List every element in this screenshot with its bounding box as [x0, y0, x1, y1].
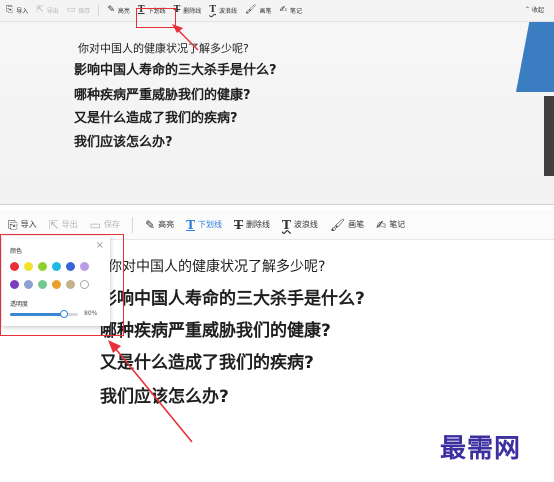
- screenshot-top-panel: ⎘ 导入 ⇱ 导出 ▭ 保存 ✎ 高亮 T 下划线 T 删除线 T 波浪线 🖌 画笔 ✍ 笔记 ⌃…: [0, 0, 554, 204]
- brush-button[interactable]: 🖌 画笔: [245, 5, 272, 16]
- wavy-t-icon: T: [209, 5, 217, 15]
- highlight-label: 高亮: [158, 220, 175, 229]
- import-label: 导入: [20, 220, 37, 229]
- slide-line-3: 哪种疾病严重威胁我们的健康?: [100, 321, 331, 341]
- save-label: 保存: [78, 8, 91, 15]
- export-icon: ⇱: [36, 5, 44, 15]
- wavy-line-label: 波浪线: [219, 8, 238, 15]
- import-button[interactable]: ⎘ 导入: [6, 5, 29, 16]
- underline-label: 下划线: [198, 220, 223, 229]
- underline-button[interactable]: T 下划线: [186, 219, 222, 231]
- strikethrough-button[interactable]: T 删除线: [234, 219, 270, 231]
- note-label: 笔记: [389, 220, 406, 229]
- strikethrough-label: 删除线: [245, 220, 270, 229]
- note-button[interactable]: ✍ 笔记: [376, 219, 405, 231]
- pen-icon: ✎: [107, 5, 115, 15]
- underline-t-icon: T: [186, 217, 196, 232]
- screenshot-bottom-panel: ⎘ 导入 ⇱ 导出 ▭ 保存 ✎ 高亮 T 下划线 T 删除线 T 波浪线 🖌 画笔 ✍ 笔记 你…: [0, 210, 554, 482]
- double-chevron-up-icon: ⌃: [524, 6, 530, 13]
- import-button[interactable]: ⎘ 导入: [8, 219, 37, 231]
- highlight-button[interactable]: ✎ 高亮: [145, 219, 174, 231]
- note-button[interactable]: ✍ 笔记: [279, 5, 303, 16]
- reader-toolbar: ⎘ 导入 ⇱ 导出 ▭ 保存 ✎ 高亮 T 下划线 T 删除线 T 波浪线 🖌 画笔 ✍ 笔记: [0, 0, 554, 22]
- save-button[interactable]: ▭ 保存: [66, 5, 91, 16]
- pen-icon: ✎: [145, 217, 156, 232]
- export-button[interactable]: ⇱ 导出: [36, 5, 59, 16]
- slide-line-4: 又是什么造成了我们的疾病?: [100, 353, 314, 373]
- import-icon: ⎘: [6, 5, 14, 15]
- underline-highlight-box: [136, 8, 176, 28]
- import-label: 导入: [16, 8, 29, 15]
- slide-line-5: 我们应该怎么办?: [100, 387, 229, 407]
- highlight-button[interactable]: ✎ 高亮: [107, 5, 130, 16]
- toolbar-separator: [98, 5, 100, 16]
- brush-label: 画笔: [259, 8, 272, 15]
- color-popup-highlight-box: [0, 234, 124, 336]
- slide-blue-decoration: [516, 22, 554, 92]
- wavy-line-button[interactable]: T 波浪线: [282, 219, 318, 231]
- brush-icon: 🖌: [329, 217, 346, 232]
- strikethrough-button[interactable]: T 删除线: [174, 6, 202, 16]
- collapse-label: 收起: [531, 7, 544, 14]
- note-icon: ✍: [376, 217, 387, 232]
- note-icon: ✍: [279, 5, 288, 15]
- slide-line-2: 影响中国人寿命的三大杀手是什么?: [74, 63, 277, 78]
- save-button[interactable]: ▭ 保存: [90, 219, 120, 231]
- slide-line-4: 又是什么造成了我们的疾病?: [74, 111, 238, 126]
- wavy-t-icon: T: [281, 217, 291, 232]
- brush-button[interactable]: 🖌 画笔: [330, 219, 364, 231]
- brush-icon: 🖌: [245, 5, 257, 15]
- highlight-label: 高亮: [117, 8, 130, 15]
- export-label: 导出: [46, 8, 59, 15]
- watermark-text: 最需网: [440, 434, 522, 464]
- save-label: 保存: [104, 220, 121, 229]
- save-icon: ▭: [66, 5, 76, 15]
- slide-line-2: 影响中国人寿命的三大杀手是什么?: [100, 289, 365, 309]
- wavy-line-button[interactable]: T 波浪线: [209, 5, 238, 16]
- slide-line-3: 哪种疾病严重威胁我们的健康?: [74, 88, 251, 103]
- export-icon: ⇱: [48, 217, 59, 232]
- export-label: 导出: [61, 220, 78, 229]
- wavy-line-label: 波浪线: [293, 220, 318, 229]
- slide-dark-decoration: [544, 96, 554, 176]
- slide-line-5: 我们应该怎么办?: [74, 135, 173, 150]
- slide-line-1: 你对中国人的健康状况了解多少呢?: [78, 42, 249, 55]
- save-icon: ▭: [89, 217, 102, 232]
- brush-label: 画笔: [348, 220, 365, 229]
- export-button[interactable]: ⇱ 导出: [49, 219, 78, 231]
- slide-line-1: 你对中国人的健康状况了解多少呢?: [108, 259, 326, 275]
- strikethrough-label: 删除线: [183, 8, 202, 15]
- toolbar-separator: [132, 216, 134, 233]
- collapse-button[interactable]: ⌃ 收起: [525, 5, 544, 14]
- strikethrough-t-icon: T: [234, 217, 243, 232]
- import-icon: ⎘: [8, 217, 18, 232]
- note-label: 笔记: [290, 8, 303, 15]
